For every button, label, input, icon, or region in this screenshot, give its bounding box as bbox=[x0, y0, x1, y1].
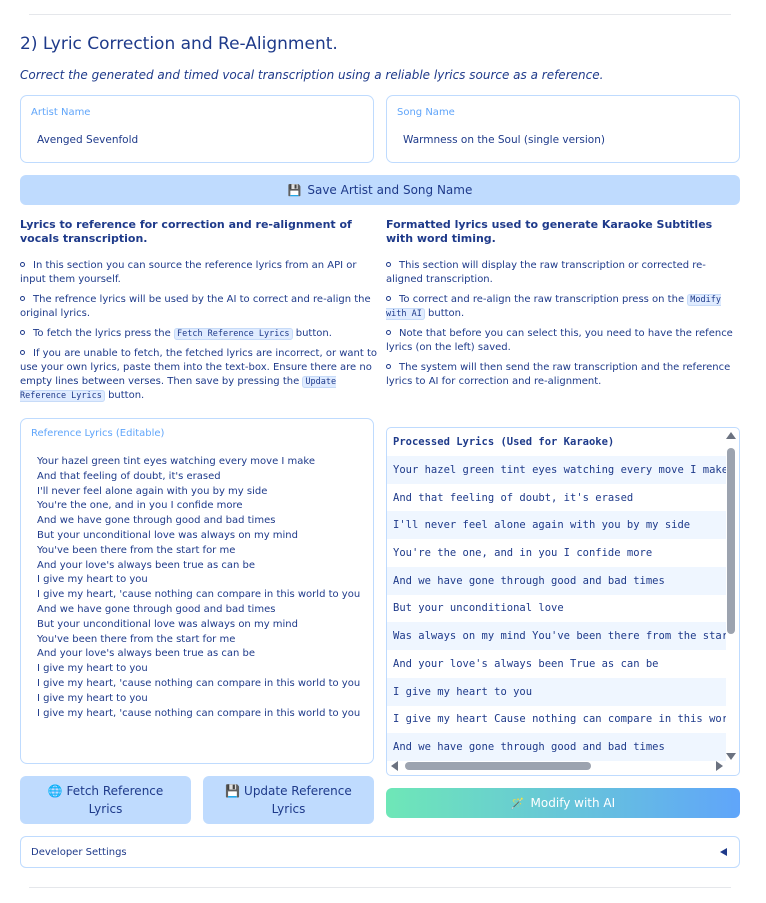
table-row[interactable]: And we have gone through good and bad ti… bbox=[387, 567, 726, 595]
table-row[interactable]: And your love's always been True as can … bbox=[387, 650, 726, 678]
lyric-line: And we have gone through good and bad ti… bbox=[37, 603, 276, 615]
list-item: The refrence lyrics will be used by the … bbox=[20, 294, 371, 319]
table-row[interactable]: Your hazel green tint eyes watching ever… bbox=[387, 456, 726, 484]
horizontal-scrollbar[interactable] bbox=[391, 761, 723, 771]
section-description: Correct the generated and timed vocal tr… bbox=[20, 68, 604, 82]
list-item: The system will then send the raw transc… bbox=[386, 362, 731, 387]
bullet-icon bbox=[386, 364, 391, 369]
lyric-line: I'll never feel alone again with you by … bbox=[37, 485, 268, 497]
scroll-down-arrow-icon[interactable] bbox=[726, 753, 736, 760]
modify-with-ai-button[interactable]: 🪄 Modify with AI bbox=[386, 788, 740, 818]
song-name-field[interactable]: Song Name bbox=[386, 95, 740, 163]
bullet-icon bbox=[386, 330, 391, 335]
table-row[interactable]: I give my heart Cause nothing can compar… bbox=[387, 705, 726, 733]
table-row[interactable]: I'll never feel alone again with you by … bbox=[387, 511, 726, 539]
lyric-line: And that feeling of doubt, it's erased bbox=[37, 470, 221, 482]
lyric-line: You're the one, and in you I confide mor… bbox=[37, 500, 243, 512]
fetch-reference-lyrics-button[interactable]: 🌐 Fetch Reference Lyrics bbox=[20, 776, 191, 824]
reference-lyrics-label: Reference Lyrics (Editable) bbox=[31, 428, 165, 439]
list-item: If you are unable to fetch, the fetched … bbox=[20, 348, 378, 402]
developer-settings-accordion[interactable]: Developer Settings bbox=[20, 836, 740, 868]
globe-icon: 🌐 bbox=[47, 784, 63, 798]
table-row[interactable]: And we have gone through good and bad ti… bbox=[387, 733, 726, 761]
top-divider bbox=[29, 14, 731, 15]
bullet-icon bbox=[20, 296, 25, 301]
scroll-thumb[interactable] bbox=[727, 448, 735, 634]
bullet-icon bbox=[20, 350, 25, 355]
floppy-disk-icon: 💾 bbox=[287, 183, 302, 197]
reference-lyrics-heading: Lyrics to reference for correction and r… bbox=[20, 218, 352, 245]
lyric-line: I give my heart, 'cause nothing can comp… bbox=[37, 677, 361, 689]
save-artist-song-button[interactable]: 💾 Save Artist and Song Name bbox=[20, 175, 740, 205]
lyric-line: Your hazel green tint eyes watching ever… bbox=[37, 456, 315, 467]
list-item: To correct and re-align the raw transcri… bbox=[386, 294, 721, 320]
reference-instructions: In this section you can source the refer… bbox=[20, 259, 378, 409]
table-row[interactable]: But your unconditional love bbox=[387, 594, 726, 622]
magic-wand-icon: 🪄 bbox=[510, 796, 525, 810]
scroll-thumb[interactable] bbox=[405, 762, 591, 770]
save-artist-song-label: Save Artist and Song Name bbox=[307, 183, 473, 197]
lyric-line: I give my heart, 'cause nothing can comp… bbox=[37, 707, 361, 719]
list-item: To fetch the lyrics press the Fetch Refe… bbox=[20, 327, 378, 341]
bullet-icon bbox=[386, 262, 391, 267]
artist-name-input[interactable] bbox=[37, 134, 337, 146]
processed-lyrics-title: Processed Lyrics (Used for Karaoke) bbox=[393, 436, 615, 448]
lyric-line: But your unconditional love was always o… bbox=[37, 618, 298, 630]
bullet-icon bbox=[20, 330, 25, 335]
fetch-button-label: Fetch Reference bbox=[66, 784, 164, 798]
bullet-icon bbox=[20, 262, 25, 267]
lyric-line: You've been there from the start for me bbox=[37, 544, 236, 556]
song-name-label: Song Name bbox=[397, 107, 455, 118]
lyric-line: I give my heart, 'cause nothing can comp… bbox=[37, 589, 361, 601]
table-row[interactable]: You're the one, and in you I confide mor… bbox=[387, 539, 726, 567]
lyric-line: And your love's always been true as can … bbox=[37, 648, 256, 660]
lyric-line: But your unconditional love was always o… bbox=[37, 529, 298, 541]
caret-left-icon[interactable] bbox=[720, 848, 727, 856]
processed-lyrics-heading: Formatted lyrics used to generate Karaok… bbox=[386, 218, 713, 245]
scroll-left-arrow-icon[interactable] bbox=[391, 761, 398, 771]
table-row[interactable]: I give my heart to you bbox=[387, 678, 726, 706]
lyric-line: And we have gone through good and bad ti… bbox=[37, 515, 276, 527]
processed-lyrics-panel[interactable]: Processed Lyrics (Used for Karaoke) Your… bbox=[386, 427, 740, 776]
developer-settings-label: Developer Settings bbox=[31, 847, 127, 858]
lyric-line: And your love's always been true as can … bbox=[37, 559, 256, 571]
list-item: This section will display the raw transc… bbox=[386, 260, 706, 285]
bottom-divider bbox=[29, 887, 731, 888]
song-name-input[interactable] bbox=[403, 134, 703, 146]
lyric-line: I give my heart to you bbox=[37, 574, 148, 586]
floppy-disk-icon: 💾 bbox=[225, 784, 241, 798]
modify-with-ai-label: Modify with AI bbox=[530, 796, 616, 810]
update-reference-lyrics-button[interactable]: 💾 Update Reference Lyrics bbox=[203, 776, 374, 824]
list-item: In this section you can source the refer… bbox=[20, 260, 357, 285]
artist-name-field[interactable]: Artist Name bbox=[20, 95, 374, 163]
bullet-icon bbox=[386, 296, 391, 301]
scroll-up-arrow-icon[interactable] bbox=[726, 432, 736, 439]
reference-lyrics-text[interactable]: Your hazel green tint eyes watching ever… bbox=[37, 455, 360, 721]
reference-lyrics-textbox[interactable]: Reference Lyrics (Editable) Your hazel g… bbox=[20, 418, 374, 764]
table-row[interactable]: Was always on my mind You've been there … bbox=[387, 622, 726, 650]
lyric-line: You've been there from the start for me bbox=[37, 633, 236, 645]
artist-name-label: Artist Name bbox=[31, 107, 91, 118]
processed-instructions: This section will display the raw transc… bbox=[386, 259, 740, 395]
update-button-label: Update Reference bbox=[244, 784, 352, 798]
vertical-scrollbar[interactable] bbox=[726, 432, 736, 760]
code-fetch-reference-lyrics: Fetch Reference Lyrics bbox=[173, 328, 293, 340]
table-row[interactable]: And that feeling of doubt, it's erased bbox=[387, 484, 726, 512]
scroll-right-arrow-icon[interactable] bbox=[716, 761, 723, 771]
lyric-line: I give my heart to you bbox=[37, 692, 148, 704]
list-item: Note that before you can select this, yo… bbox=[386, 328, 733, 353]
lyric-line: I give my heart to you bbox=[37, 663, 148, 675]
section-title: 2) Lyric Correction and Re-Alignment. bbox=[20, 34, 338, 54]
